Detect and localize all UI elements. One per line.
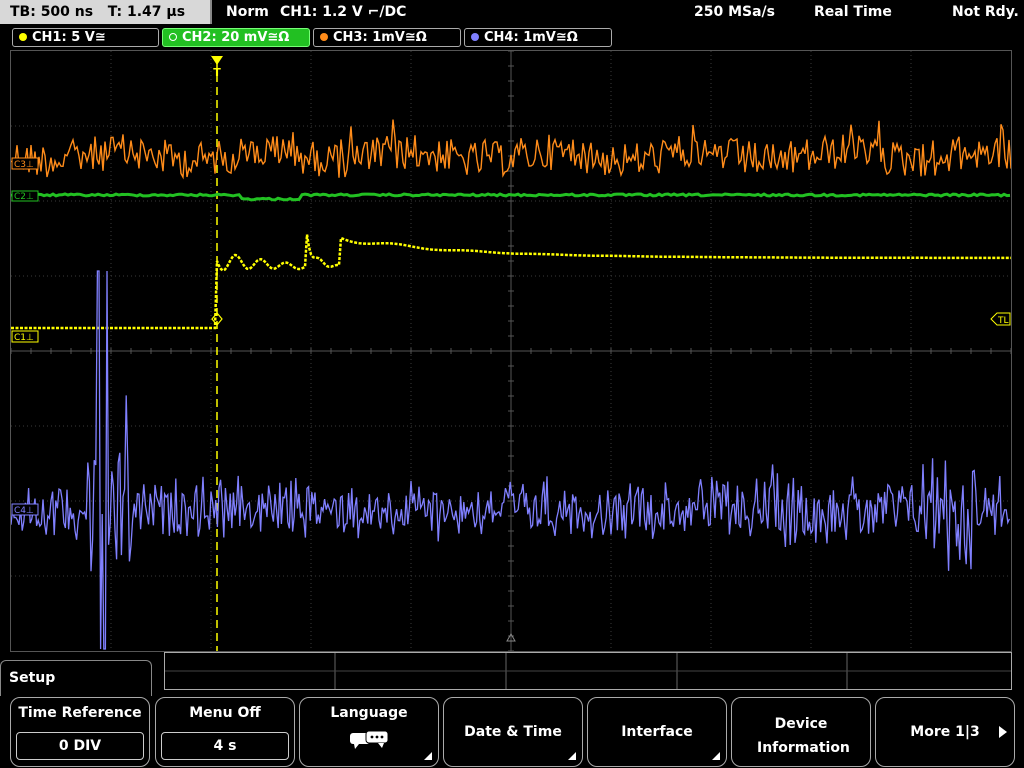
- bottom-panel-lines: [165, 653, 1011, 689]
- ch4-color-dot: [471, 33, 479, 41]
- ch4-ground-marker[interactable]: C4⊥: [11, 503, 39, 516]
- ch1-ground-marker[interactable]: C1⊥: [11, 330, 39, 343]
- waveform-canvas: T C3⊥ C2⊥ C1⊥ C4⊥ TL: [11, 51, 1011, 651]
- acquisition-state: Not Rdy.: [952, 4, 1019, 20]
- time-reference-button[interactable]: Time Reference 0 DIV: [10, 697, 150, 767]
- ch2-color-dot: [169, 33, 177, 41]
- menu-off-value: 4 s: [161, 732, 289, 760]
- date-time-label: Date & Time: [464, 724, 562, 740]
- ch1-color-dot: [19, 33, 27, 41]
- menu-off-label: Menu Off: [189, 705, 261, 721]
- more-button[interactable]: More 1|3: [875, 697, 1015, 767]
- trigger-pos-label: T: [213, 66, 221, 79]
- language-button[interactable]: Language: [299, 697, 439, 767]
- time-reference-label: Time Reference: [18, 705, 142, 721]
- submenu-indicator-icon: [712, 752, 720, 760]
- trigger-level-marker[interactable]: TL: [990, 312, 1011, 326]
- menu-title: Setup: [0, 660, 152, 696]
- trigger-level-value: CH1: 1.2 V: [280, 4, 363, 20]
- right-arrow-icon: [999, 726, 1007, 738]
- channel-tab-ch2[interactable]: CH2: 20 mV≅Ω: [162, 28, 310, 47]
- submenu-indicator-icon: [424, 752, 432, 760]
- time-reference-value: 0 DIV: [16, 732, 144, 760]
- ch3-marker-label: C3⊥: [14, 160, 34, 170]
- device-information-button[interactable]: Device Information: [731, 697, 871, 767]
- timebase-box[interactable]: TB: 500 ns T: 1.47 µs: [0, 0, 212, 24]
- more-label: More 1|3: [910, 724, 980, 740]
- ch2-marker-label: C2⊥: [14, 192, 34, 202]
- ch3-ground-marker[interactable]: C3⊥: [11, 157, 39, 170]
- ch2-ground-marker[interactable]: C2⊥: [11, 190, 39, 202]
- ch4-marker-label: C4⊥: [14, 506, 34, 516]
- bottom-info-panel: [164, 652, 1012, 690]
- waveform-display[interactable]: T C3⊥ C2⊥ C1⊥ C4⊥ TL: [10, 50, 1012, 652]
- acquisition-mode[interactable]: Real Time: [814, 0, 892, 24]
- channel-tab-ch1[interactable]: CH1: 5 V≅: [12, 28, 159, 47]
- ch3-label: CH3: 1mV≅Ω: [333, 30, 427, 45]
- trigger-position-marker[interactable]: T: [211, 56, 223, 79]
- submenu-indicator-icon: [568, 752, 576, 760]
- language-label: Language: [330, 705, 408, 721]
- interface-button[interactable]: Interface: [587, 697, 727, 767]
- interface-label: Interface: [621, 724, 693, 740]
- ch1-marker-label: C1⊥: [14, 333, 34, 343]
- device-information-label: Device Information: [757, 716, 850, 756]
- ch2-label: CH2: 20 mV≅Ω: [182, 30, 290, 45]
- trigger-coupling: DC: [384, 4, 407, 20]
- ch4-label: CH4: 1mV≅Ω: [484, 30, 578, 45]
- timebase: TB: 500 ns: [10, 4, 94, 20]
- ch3-color-dot: [320, 33, 328, 41]
- channel-tab-ch3[interactable]: CH3: 1mV≅Ω: [313, 28, 461, 47]
- menu-off-button[interactable]: Menu Off 4 s: [155, 697, 295, 767]
- trigger-time: T: 1.47 µs: [107, 4, 186, 20]
- ch1-label: CH1: 5 V≅: [32, 30, 106, 45]
- status-bar: TB: 500 ns T: 1.47 µs Norm CH1: 1.2 V ⌐/…: [0, 0, 1024, 24]
- rising-edge-icon: ⌐: [367, 4, 380, 20]
- date-time-button[interactable]: Date & Time: [443, 697, 583, 767]
- trigger-level[interactable]: CH1: 1.2 V ⌐/DC: [280, 0, 406, 24]
- trigger-mode[interactable]: Norm: [226, 0, 269, 24]
- channel-tab-ch4[interactable]: CH4: 1mV≅Ω: [464, 28, 612, 47]
- trigger-level-label: TL: [997, 316, 1009, 326]
- sample-rate: 250 MSa/s: [694, 4, 776, 20]
- speech-bubbles-icon: [350, 730, 389, 749]
